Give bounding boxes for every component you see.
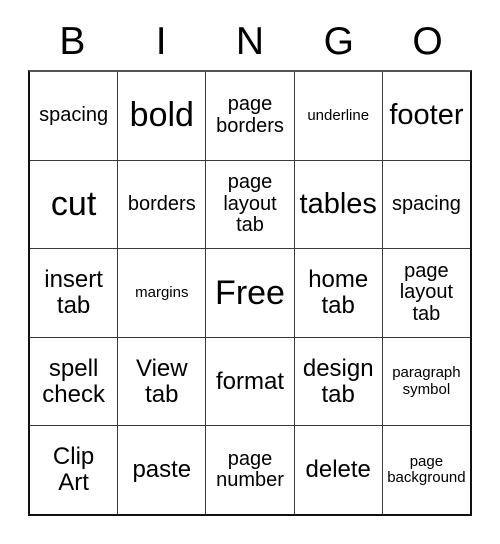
header-letter-o: O — [412, 19, 443, 63]
bingo-row: insert tab margins Free home tab page la… — [30, 248, 471, 337]
bingo-cell[interactable]: paragraph symbol — [381, 337, 471, 426]
bingo-cell-label: cut — [50, 185, 97, 224]
bingo-cell[interactable]: underline — [293, 72, 382, 160]
bingo-cell-label: View tab — [136, 354, 188, 408]
bingo-cell-label: paste — [132, 456, 192, 484]
bingo-cell-label: spell check — [42, 354, 105, 408]
bingo-cell-label: delete — [305, 456, 371, 484]
bingo-cell-label: footer — [389, 99, 464, 132]
bingo-free-cell[interactable]: Free — [205, 249, 294, 337]
bingo-cell-label: design tab — [302, 354, 374, 408]
bingo-cell[interactable]: spacing — [30, 72, 118, 160]
bingo-cell[interactable]: cut — [30, 160, 118, 249]
bingo-cell[interactable]: footer — [381, 72, 471, 160]
bingo-cell[interactable]: page borders — [205, 72, 294, 160]
bingo-cell-label: underline — [307, 106, 370, 124]
bingo-cell-label: bold — [129, 96, 194, 135]
bingo-cell[interactable]: borders — [117, 160, 206, 249]
bingo-cell[interactable]: delete — [293, 426, 382, 514]
bingo-cell[interactable]: spacing — [381, 160, 471, 249]
header-letter-n: N — [235, 19, 265, 63]
bingo-row: cut borders page layout tab tables spaci… — [30, 159, 471, 249]
bingo-cell-label: home tab — [308, 266, 369, 319]
bingo-cell-label: borders — [127, 192, 196, 215]
bingo-cell[interactable]: page layout tab — [381, 249, 471, 337]
bingo-cell-label: Free — [215, 273, 285, 312]
header-letter-b: B — [59, 19, 86, 63]
bingo-cell-label: margins — [135, 283, 189, 301]
bingo-cell[interactable]: page background — [381, 426, 471, 514]
bingo-cell-label: paragraph symbol — [392, 364, 461, 398]
bingo-cell[interactable]: View tab — [117, 337, 206, 426]
header-letter-i: I — [155, 19, 167, 63]
bingo-row: spell check View tab format design tab p… — [30, 336, 471, 426]
bingo-row: spacing bold page borders underline foot… — [30, 72, 471, 160]
bingo-cell-label: page borders — [216, 93, 284, 137]
bingo-row: Clip Art paste page number delete page b… — [30, 425, 471, 514]
header-letter-g: G — [323, 19, 354, 63]
bingo-cell-label: page layout tab — [223, 171, 277, 237]
bingo-cell[interactable]: design tab — [293, 337, 382, 426]
bingo-cell[interactable]: page number — [205, 426, 294, 514]
bingo-cell-label: spacing — [391, 192, 461, 215]
bingo-cell[interactable]: home tab — [293, 249, 382, 337]
bingo-cell-label: tables — [299, 187, 377, 220]
bingo-cell[interactable]: page layout tab — [205, 160, 294, 249]
bingo-cell[interactable]: margins — [117, 249, 206, 337]
bingo-cell-label: format — [216, 367, 285, 395]
bingo-cell-label: page layout tab — [399, 259, 454, 325]
bingo-cell[interactable]: tables — [293, 160, 382, 249]
bingo-grid: spacing bold page borders underline foot… — [28, 70, 472, 516]
bingo-cell[interactable]: insert tab — [30, 249, 118, 337]
bingo-cell-label: page background — [387, 452, 466, 487]
bingo-header: B I N G O — [28, 12, 472, 70]
bingo-card: B I N G O spacing bold page borders unde… — [28, 12, 472, 517]
bingo-cell[interactable]: format — [205, 337, 294, 426]
bingo-cell-label: spacing — [39, 104, 109, 126]
bingo-cell[interactable]: Clip Art — [30, 426, 118, 514]
bingo-cell-label: insert tab — [44, 266, 103, 319]
bingo-cell[interactable]: paste — [117, 426, 206, 514]
bingo-cell[interactable]: bold — [117, 72, 206, 160]
bingo-cell[interactable]: spell check — [30, 337, 118, 426]
bingo-cell-label: page number — [216, 447, 284, 492]
bingo-cell-label: Clip Art — [52, 443, 95, 497]
